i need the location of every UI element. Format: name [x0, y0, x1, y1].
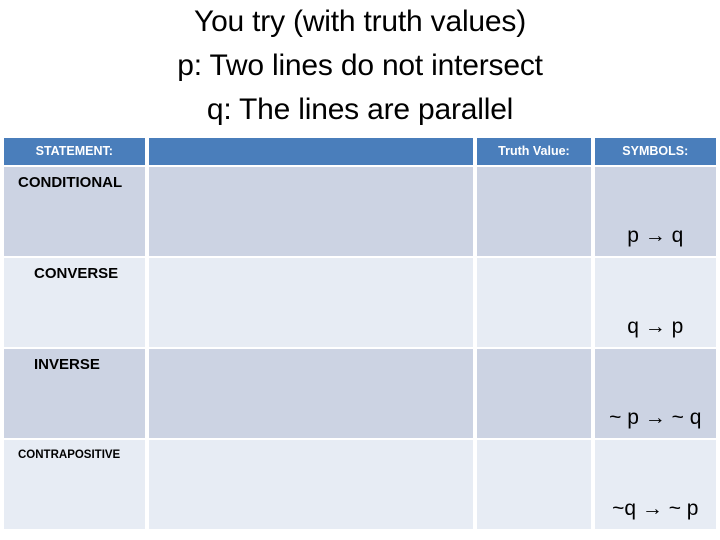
conditional-statements-table: STATEMENT: Truth Value: SYMBOLS: CONDITI… — [0, 136, 720, 531]
row-statement-text-inverse[interactable] — [148, 349, 474, 438]
title-line-heading: You try (with truth values) — [194, 5, 526, 38]
table-header-row: STATEMENT: Truth Value: SYMBOLS: — [4, 138, 716, 165]
slide-title-block: You try (with truth values) p: Two lines… — [0, 0, 720, 134]
title-line-q-definition: q: The lines are parallel — [206, 93, 514, 126]
title-line-p-definition: p: Two lines do not intersect — [177, 49, 543, 82]
row-truth-value-converse[interactable] — [477, 258, 591, 347]
row-label-inverse: INVERSE — [4, 349, 145, 438]
column-header-blank — [148, 138, 474, 165]
row-label-converse: CONVERSE — [4, 258, 145, 347]
row-truth-value-inverse[interactable] — [477, 349, 591, 438]
column-header-truth-value: Truth Value: — [477, 138, 591, 165]
row-truth-value-conditional[interactable] — [477, 167, 591, 256]
row-symbols-contrapositive: ~q → ~ p — [594, 440, 716, 529]
row-symbols-converse: q → p — [594, 258, 716, 347]
table-row: CONVERSE q → p — [4, 258, 716, 347]
table-row: CONDITIONAL p → q — [4, 167, 716, 256]
row-statement-text-contrapositive[interactable] — [148, 440, 474, 529]
row-label-contrapositive: CONTRAPOSITIVE — [4, 440, 145, 529]
row-symbols-conditional: p → q — [594, 167, 716, 256]
table-row: INVERSE ~ p → ~ q — [4, 349, 716, 438]
row-label-conditional: CONDITIONAL — [4, 167, 145, 256]
row-statement-text-converse[interactable] — [148, 258, 474, 347]
column-header-statement: STATEMENT: — [4, 138, 145, 165]
row-symbols-inverse: ~ p → ~ q — [594, 349, 716, 438]
table-row: CONTRAPOSITIVE ~q → ~ p — [4, 440, 716, 529]
row-truth-value-contrapositive[interactable] — [477, 440, 591, 529]
column-header-symbols: SYMBOLS: — [594, 138, 716, 165]
row-statement-text-conditional[interactable] — [148, 167, 474, 256]
